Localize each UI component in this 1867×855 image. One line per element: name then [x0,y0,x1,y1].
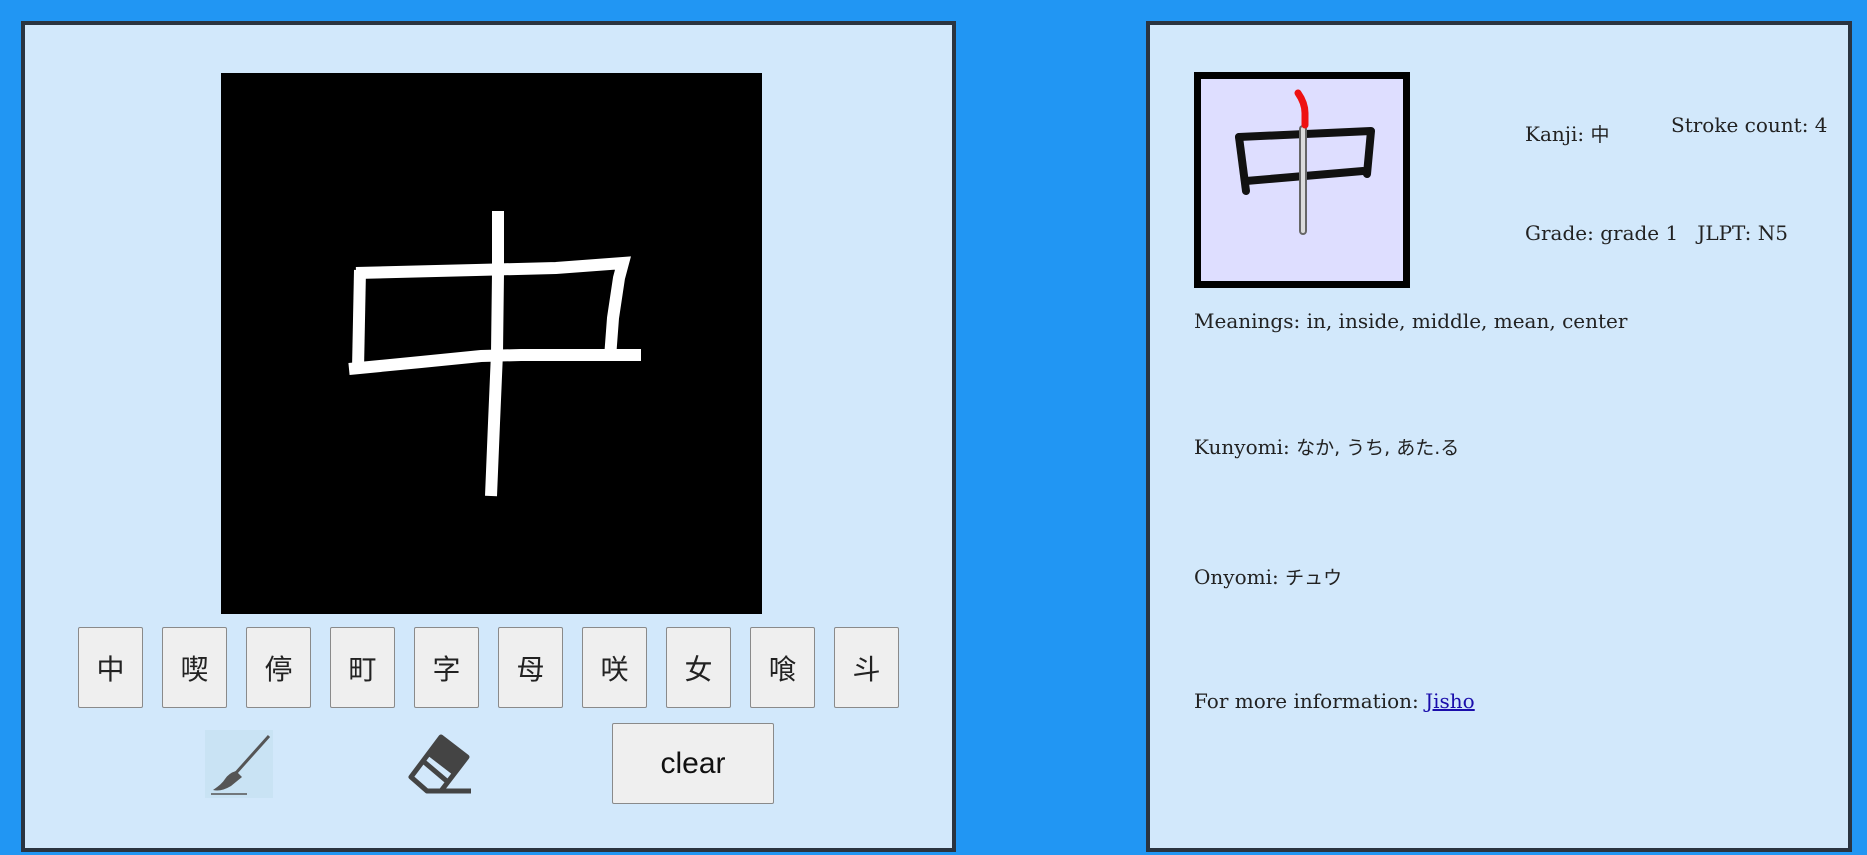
onyomi-label: Onyomi: [1194,565,1286,589]
jisho-link[interactable]: Jisho [1425,689,1475,713]
kunyomi-value: なか, うち, あた.る [1296,437,1460,459]
grade-value: grade 1 [1600,221,1679,245]
onyomi-value: チュウ [1285,567,1343,589]
grade-jlpt-field: Grade: grade 1 JLPT: N5 [1525,221,1788,245]
drawing-canvas[interactable] [221,73,762,614]
brush-tool-button[interactable] [205,730,273,798]
candidate-button[interactable]: 喰 [750,627,815,708]
eraser-tool-button[interactable] [405,731,477,799]
onyomi-field: Onyomi: チュウ [1194,563,1342,590]
drawn-strokes [348,211,641,497]
kanji-info-panel: Kanji: 中 Stroke count: 4 Grade: grade 1 … [1146,21,1852,852]
drawn-stroke-4 [485,211,504,497]
candidate-button[interactable]: 停 [246,627,311,708]
stroke-count-label: Stroke count: [1671,113,1815,137]
clear-button[interactable]: clear [612,723,774,804]
meanings-field: Meanings: in, inside, middle, mean, cent… [1194,309,1627,333]
kunyomi-field: Kunyomi: なか, うち, あた.る [1194,433,1459,460]
drawn-stroke-2 [355,256,631,359]
grade-label: Grade: [1525,221,1601,245]
candidate-button[interactable]: 喫 [162,627,227,708]
more-info-field: For more information: Jisho [1194,689,1475,713]
jlpt-label: JLPT: [1697,221,1758,245]
candidate-list: 中 喫 停 町 字 母 咲 女 喰 斗 [78,627,899,708]
kunyomi-label: Kunyomi: [1194,435,1297,459]
kanji-value: 中 [1590,124,1610,146]
stroke-count-value: 4 [1814,113,1828,137]
more-info-label: For more information: [1194,689,1426,713]
candidate-button[interactable]: 咲 [582,627,647,708]
candidate-button[interactable]: 女 [666,627,731,708]
stroke-order-diagram [1235,89,1375,235]
meanings-value: in, inside, middle, mean, center [1306,309,1628,333]
candidate-button[interactable]: 町 [330,627,395,708]
brush-icon [211,734,271,795]
candidate-button[interactable]: 中 [78,627,143,708]
candidate-button[interactable]: 斗 [834,627,899,708]
kanji-label: Kanji: [1525,122,1591,146]
meanings-label: Meanings: [1194,309,1307,333]
eraser-icon [408,734,471,794]
kanji-field: Kanji: 中 [1525,120,1609,147]
candidate-button[interactable]: 字 [414,627,479,708]
drawing-panel: 中 喫 停 町 字 母 咲 女 喰 斗 clear [21,21,956,852]
stroke-count-field: Stroke count: 4 [1671,113,1828,137]
drawn-stroke-1 [352,269,366,370]
jlpt-value: N5 [1757,221,1789,245]
stroke-order-image [1194,72,1410,288]
candidate-button[interactable]: 母 [498,627,563,708]
